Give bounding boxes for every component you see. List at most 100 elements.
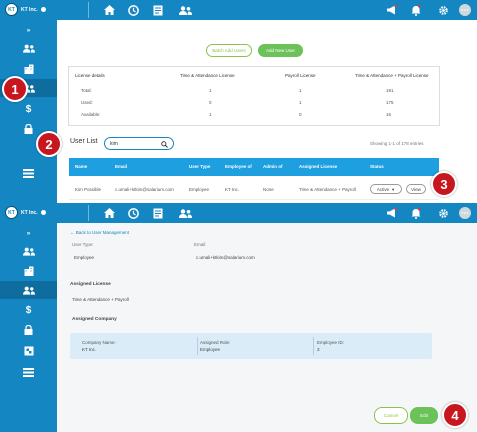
sidebar-item-company[interactable]: [0, 262, 57, 280]
back-to-user-management-link[interactable]: ← Back to User Management: [70, 230, 129, 235]
gear-icon[interactable]: [436, 3, 450, 17]
company-name: KT Inc.: [21, 209, 38, 216]
license-header: Payroll License: [285, 73, 316, 78]
status-dropdown[interactable]: Active ▼: [370, 184, 402, 194]
email-value: c.umali+ktkim@salarium.com: [196, 255, 255, 260]
avatar[interactable]: [458, 3, 472, 17]
sidebar-item-payroll[interactable]: $: [0, 301, 57, 319]
briefcase-icon: [24, 346, 33, 356]
column-header-status: Status: [370, 164, 384, 169]
users-icon: [22, 247, 35, 256]
avatar[interactable]: [458, 206, 472, 220]
megaphone-icon[interactable]: [384, 3, 398, 17]
license-value: 0: [299, 112, 302, 117]
chevron-down-icon: ▼: [391, 186, 396, 192]
cancel-button[interactable]: Cancel: [374, 407, 408, 424]
document-icon[interactable]: [151, 206, 165, 220]
company-logo: KT: [5, 206, 18, 219]
users-gear-icon: [22, 286, 35, 295]
sidebar-item-user-management[interactable]: [0, 281, 57, 299]
divider: [88, 2, 89, 18]
company-switcher[interactable]: KT KT Inc.: [5, 206, 46, 219]
home-icon[interactable]: [102, 3, 116, 17]
sidebar-item-employees[interactable]: [0, 242, 57, 260]
column-header-employee-of: Employee of: [225, 164, 252, 169]
license-details-table: License details Time & Attendance Licens…: [68, 66, 440, 126]
step-marker-4: 4: [442, 402, 468, 428]
expand-icon[interactable]: »: [0, 22, 57, 40]
user-email: c.umali+ktkim@salarium.com: [115, 187, 174, 192]
license-header: Time & Attendance + Payroll License: [355, 73, 429, 78]
employee-id-value: 3: [317, 347, 320, 352]
assigned-company-card: Company Name: KT Inc. Assigned Role: Emp…: [70, 333, 432, 359]
company-switcher[interactable]: KT KT Inc.: [5, 3, 46, 16]
column-header-name[interactable]: Name: [75, 164, 87, 169]
users-icon[interactable]: [178, 206, 192, 220]
sidebar-item-security[interactable]: [0, 321, 57, 339]
building-icon: [24, 266, 33, 276]
expand-icon[interactable]: »: [0, 225, 57, 243]
user-type-value: Employee: [74, 255, 95, 260]
company-name: KT Inc.: [21, 6, 38, 13]
edit-button[interactable]: Edit: [410, 407, 438, 424]
sidebar-item-employees[interactable]: [0, 39, 57, 57]
user-type-label: User Type:: [72, 242, 94, 247]
sidebar-item-tools[interactable]: [0, 342, 57, 360]
user-detail-panel: KT KT Inc. » $ ← Back to User Management…: [0, 203, 477, 432]
add-new-user-button[interactable]: Add New User: [258, 44, 303, 57]
sidebar-item-company[interactable]: [0, 60, 57, 78]
license-row-label: Total:: [81, 88, 92, 93]
step-marker-3: 3: [431, 171, 457, 197]
license-value: 1: [299, 88, 302, 93]
assigned-license: Time & Attendance + Payroll: [299, 187, 356, 192]
sidebar-item-reports[interactable]: [0, 363, 57, 381]
table-icon: [23, 367, 34, 377]
admin-of: None: [263, 187, 274, 192]
license-value: 0: [209, 100, 212, 105]
employee-id-label: Employee ID:: [317, 340, 345, 345]
clock-icon[interactable]: [126, 206, 140, 220]
status-value: Active: [376, 186, 390, 192]
back-link-label: Back to User Management: [75, 230, 130, 235]
users-icon[interactable]: [178, 3, 192, 17]
search-value: kim: [110, 141, 118, 147]
megaphone-icon[interactable]: [384, 206, 398, 220]
users-icon: [22, 44, 35, 53]
company-name-label: Company Name:: [82, 340, 116, 345]
license-row-label: Used:: [81, 100, 93, 105]
top-bar: KT KT Inc.: [0, 0, 477, 20]
assigned-role-label: Assigned Role:: [200, 340, 231, 345]
bell-icon[interactable]: [409, 3, 423, 17]
lock-icon: [24, 325, 33, 335]
dollar-icon: $: [25, 304, 32, 316]
search-input[interactable]: kim: [104, 137, 174, 150]
user-table-header: Name Email User Type Employee of Admin o…: [69, 158, 439, 176]
batch-add-users-button[interactable]: Batch Add Users: [206, 44, 252, 57]
dollar-icon: $: [25, 103, 32, 115]
column-header-user-type: User Type: [189, 164, 211, 169]
column-header-email[interactable]: Email: [115, 164, 127, 169]
divider: [313, 337, 314, 355]
license-value: 1: [209, 88, 212, 93]
user-management-panel: KT KT Inc. » $ Batch Add Users Add New U…: [0, 0, 477, 203]
document-icon[interactable]: [151, 3, 165, 17]
clock-icon[interactable]: [126, 3, 140, 17]
company-dropdown-icon[interactable]: [40, 210, 46, 215]
sidebar-item-payroll[interactable]: $: [0, 100, 57, 118]
divider: [88, 205, 89, 221]
license-value: 1: [209, 112, 212, 117]
company-dropdown-icon[interactable]: [40, 7, 46, 12]
step-marker-2: 2: [36, 131, 62, 157]
sidebar-item-reports[interactable]: [0, 164, 57, 182]
email-label: Email:: [194, 242, 207, 247]
assigned-role-value: Employee: [200, 347, 221, 352]
gear-icon[interactable]: [436, 206, 450, 220]
license-row-label: Available:: [81, 112, 101, 117]
divider: [197, 337, 198, 355]
search-icon[interactable]: [161, 141, 168, 148]
home-icon[interactable]: [102, 206, 116, 220]
user-type: Employee: [189, 187, 210, 192]
view-button[interactable]: View: [406, 184, 426, 194]
bell-icon[interactable]: [409, 206, 423, 220]
license-value: 16: [386, 112, 392, 117]
